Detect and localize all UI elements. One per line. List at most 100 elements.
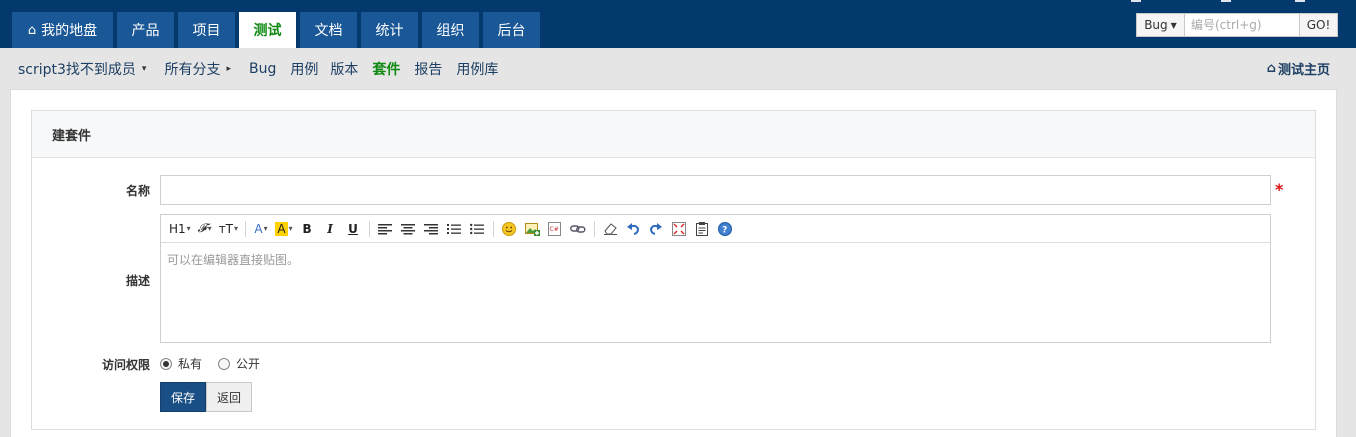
italic-icon: I [327,221,333,236]
clipboard-icon [695,221,708,236]
content-area: 建套件 名称 * 描述 H1▾ 𝓕▾ тT▾ A▾ A▾ B I U [10,89,1337,437]
ordered-list-button[interactable] [445,219,463,239]
tab-org[interactable]: 组织 [422,12,479,48]
bullet-list-icon [470,223,485,234]
subnav-item-case[interactable]: 用例 [290,59,318,79]
subnav-label: 报告 [414,61,443,78]
main-tabs: ⌂ 我的地盘 产品 项目 测试 文档 统计 组织 后台 [12,12,544,48]
quick-search: Bug ▼ GO! [1136,13,1338,37]
fullscreen-button[interactable] [670,219,688,239]
toolbar-separator [369,220,371,237]
top-navbar: ⌂ 我的地盘 产品 项目 测试 文档 统计 组织 后台 Bug ▼ GO! [0,0,1356,48]
subnav-item-bug[interactable]: Bug [249,61,276,77]
name-input[interactable] [160,175,1271,205]
tab-label: 我的地盘 [41,23,98,39]
toolbar-separator [245,220,247,237]
toolbar-separator [493,220,495,237]
required-mark: * [1275,180,1284,199]
tab-doc[interactable]: 文档 [300,12,357,48]
search-type-dropdown[interactable]: Bug ▼ [1137,14,1185,36]
subnav-item-report[interactable]: 报告 [414,59,442,79]
desc-label: 描述 [125,274,150,288]
tab-my-dashboard[interactable]: ⌂ 我的地盘 [12,12,113,48]
editor-placeholder: 可以在编辑器直接贴图。 [167,253,300,267]
tab-test[interactable]: 测试 [239,12,296,48]
cropped-icon [1131,0,1141,2]
save-button[interactable]: 保存 [160,382,206,412]
cropped-icon [1295,0,1305,2]
help-icon: ? [718,221,733,236]
test-home-link[interactable]: ⌂ 测试主页 [1267,48,1330,89]
subnav-product-switcher[interactable]: script3找不到成员 ▾ [18,59,156,79]
subnav-menu: script3找不到成员 ▾ 所有分支 ▸ Bug 用例 版本 套件 报告 用例… [18,48,512,89]
align-right-icon [424,223,439,234]
tab-project[interactable]: 项目 [178,12,235,48]
emoticon-button[interactable] [500,219,518,239]
subnav-item-caselib[interactable]: 用例库 [456,59,498,79]
align-right-button[interactable] [422,219,440,239]
underline-button[interactable]: U [344,219,362,239]
italic-button[interactable]: I [321,219,339,239]
font-size-button[interactable]: тT ▾ [219,219,238,239]
radio-public[interactable] [218,357,231,370]
back-button[interactable]: 返回 [206,382,252,412]
tab-label: 项目 [192,23,221,39]
sub-navbar: script3找不到成员 ▾ 所有分支 ▸ Bug 用例 版本 套件 报告 用例… [0,48,1356,89]
search-input[interactable] [1185,14,1299,36]
caret-down-icon: ▾ [263,224,268,233]
redo-button[interactable] [647,219,665,239]
subnav-label: 所有分支 [164,61,221,78]
fullscreen-icon [672,221,687,236]
home-icon: ⌂ [1266,61,1276,76]
caret-right-icon: ▸ [226,63,231,74]
editor-toolbar: H1 ▾ 𝓕 ▾ тT ▾ A ▾ A ▾ B I U C# ? [161,215,1270,243]
heading-button[interactable]: H1 ▾ [169,219,191,239]
ordered-list-icon [447,223,462,234]
subnav-label: 套件 [372,61,401,78]
bold-button[interactable]: B [298,219,316,239]
tab-admin[interactable]: 后台 [483,12,540,48]
editor-content[interactable]: 可以在编辑器直接贴图。 [161,243,1270,276]
highlight-button[interactable]: A ▾ [275,219,293,239]
acl-radio-group: 私有 公开 [160,355,276,372]
search-type-label: Bug [1144,18,1168,32]
acl-private-option[interactable]: 私有 [160,355,202,372]
acl-public-option[interactable]: 公开 [218,355,260,372]
font-family-button[interactable]: 𝓕 ▾ [196,219,214,239]
caret-down-icon: ▾ [207,224,212,233]
help-button[interactable]: ? [716,219,734,239]
image-button[interactable] [523,219,541,239]
font-icon: 𝓕 [197,221,207,235]
subnav-item-build[interactable]: 版本 [330,59,358,79]
tab-label: 产品 [131,23,160,39]
subnav-branch-switcher[interactable]: 所有分支 ▸ [164,59,241,79]
search-go-button[interactable]: GO! [1299,14,1337,36]
tab-label: 后台 [497,23,526,39]
tab-product[interactable]: 产品 [117,12,174,48]
smiley-icon [502,221,517,236]
align-left-icon [378,223,393,234]
tab-label: 文档 [314,23,343,39]
eraser-icon [603,223,617,235]
font-color-icon: A [254,221,263,236]
radio-label: 公开 [236,357,261,371]
subnav-label: Bug [248,60,277,77]
clear-format-button[interactable] [601,219,619,239]
code-button[interactable]: C# [546,219,564,239]
tab-stats[interactable]: 统计 [361,12,418,48]
name-label: 名称 [125,184,150,198]
rich-text-editor: H1 ▾ 𝓕 ▾ тT ▾ A ▾ A ▾ B I U C# ? 可以在编辑器直… [160,214,1271,343]
tab-label: 组织 [436,23,465,39]
undo-button[interactable] [624,219,642,239]
subnav-item-suite[interactable]: 套件 [372,59,400,79]
radio-private[interactable] [160,357,172,370]
template-button[interactable] [693,219,711,239]
align-center-button[interactable] [399,219,417,239]
radio-label: 私有 [178,357,203,371]
caret-down-icon: ▾ [234,224,239,233]
align-left-button[interactable] [376,219,394,239]
font-color-button[interactable]: A ▾ [252,219,270,239]
link-button[interactable] [569,219,587,239]
font-size-icon: тT [218,221,234,236]
bullet-list-button[interactable] [468,219,486,239]
